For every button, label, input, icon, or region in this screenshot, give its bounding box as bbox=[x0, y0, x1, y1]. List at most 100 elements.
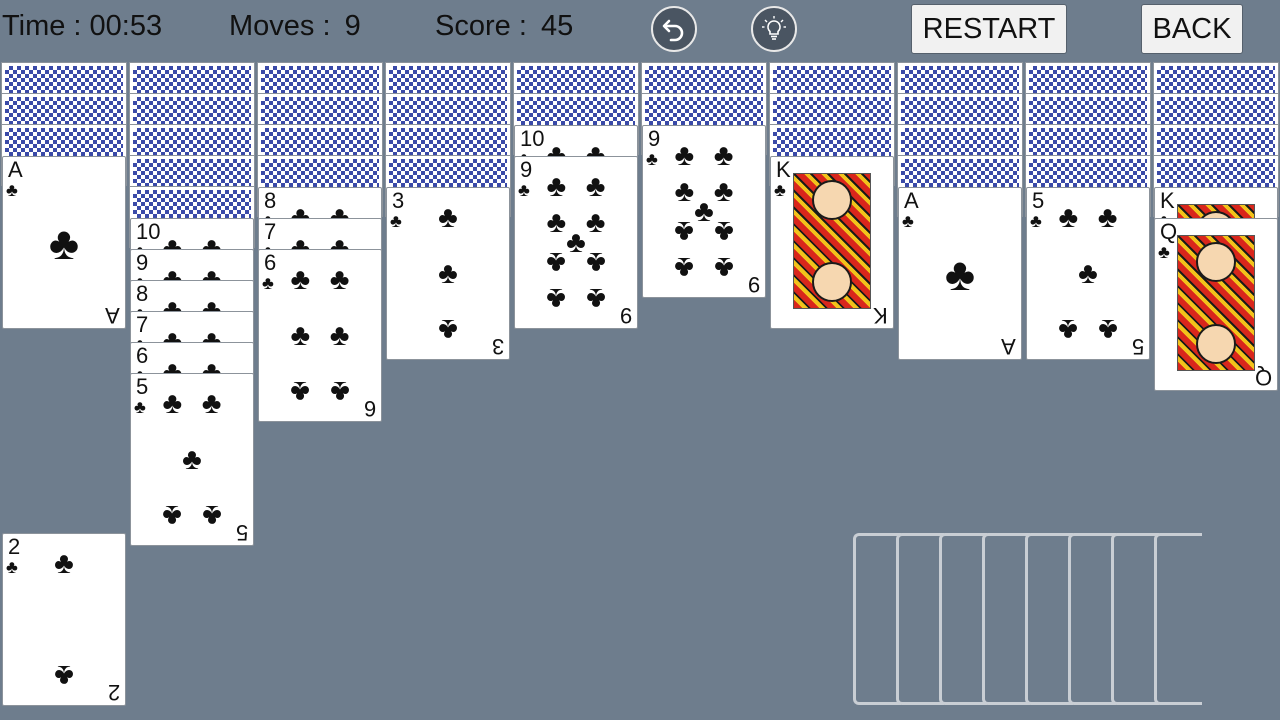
court-face-top bbox=[1196, 242, 1236, 282]
club-pip-icon: ♣ bbox=[162, 386, 183, 420]
court-figure-icon bbox=[1177, 235, 1255, 371]
card-rank-corner: A bbox=[105, 303, 120, 328]
club-pip-icon: ♣ bbox=[438, 313, 458, 347]
card-body: ♣ bbox=[15, 167, 113, 318]
moves-value: 9 bbox=[344, 10, 361, 42]
club-pip-icon: ♣ bbox=[546, 205, 567, 239]
club-pip-icon: ♣ bbox=[713, 251, 734, 285]
club-pip-icon: ♣ bbox=[674, 138, 695, 172]
score-label: Score : bbox=[435, 10, 527, 42]
card-body: ♣ ♣ bbox=[15, 544, 113, 695]
card-rank-corner: 5 bbox=[235, 520, 248, 545]
club-pip-icon: ♣ bbox=[713, 174, 734, 208]
time-label: Time : bbox=[2, 10, 82, 42]
undo-icon bbox=[662, 19, 684, 42]
club-pip-icon: ♣ bbox=[585, 169, 606, 203]
hint-button[interactable] bbox=[751, 6, 797, 52]
card-rank-corner: 3 bbox=[491, 334, 504, 359]
card-face[interactable]: 3 ♣ ♣ ♣ ♣ 3 bbox=[386, 187, 510, 360]
time-value: 00:53 bbox=[89, 10, 163, 42]
club-pip-icon: ♣ bbox=[566, 225, 586, 259]
club-pip-icon: ♣ bbox=[1058, 200, 1079, 234]
club-pip-icon: ♣ bbox=[48, 216, 80, 269]
club-pip-icon: ♣ bbox=[329, 375, 350, 409]
club-pip-icon: ♣ bbox=[1058, 313, 1079, 347]
card-face[interactable]: 9♣♣♣♣♣♣♣♣♣♣9 bbox=[642, 125, 766, 298]
club-pip-icon: ♣ bbox=[290, 318, 311, 352]
court-face-bottom bbox=[812, 262, 852, 302]
card-rank-corner: 2 bbox=[107, 680, 120, 705]
stock-deal-slot[interactable] bbox=[1154, 533, 1202, 705]
club-pip-icon: ♣ bbox=[713, 138, 734, 172]
club-pip-icon: ♣ bbox=[54, 659, 74, 693]
stock-deal-slot[interactable] bbox=[1025, 533, 1073, 705]
moves-label: Moves : bbox=[229, 10, 331, 42]
stock-deal-slot[interactable] bbox=[853, 533, 901, 705]
card-body: ♣ ♣ ♣ ♣ ♣ bbox=[143, 384, 241, 535]
card-body: ♣♣♣♣♣♣♣♣♣ bbox=[655, 136, 753, 287]
club-pip-icon: ♣ bbox=[329, 318, 350, 352]
card-face[interactable]: 6♣♣♣♣♣♣♣6 bbox=[258, 249, 382, 422]
club-pip-icon: ♣ bbox=[585, 282, 606, 316]
card-rank-corner: 5 bbox=[1131, 334, 1144, 359]
card-rank-corner: 9 bbox=[619, 303, 632, 328]
club-pip-icon: ♣ bbox=[585, 205, 606, 239]
card-face[interactable]: A ♣ ♣ A bbox=[2, 156, 126, 329]
club-pip-icon: ♣ bbox=[54, 546, 74, 580]
time-display: Time : 00:53 bbox=[2, 10, 162, 43]
stock-deal-slot[interactable] bbox=[1111, 533, 1159, 705]
court-face-bottom bbox=[1196, 324, 1236, 364]
club-pip-icon: ♣ bbox=[201, 499, 222, 533]
club-pip-icon: ♣ bbox=[1078, 256, 1098, 290]
card-rank-corner: Q bbox=[1254, 365, 1272, 390]
moves-display: Moves : 9 bbox=[229, 10, 361, 43]
card-face[interactable]: 9♣♣♣♣♣♣♣♣♣♣9 bbox=[514, 156, 638, 329]
club-pip-icon: ♣ bbox=[290, 262, 311, 296]
card-body: ♣ ♣ ♣ bbox=[399, 198, 497, 349]
club-pip-icon: ♣ bbox=[1097, 313, 1118, 347]
stock-deal-slot[interactable] bbox=[896, 533, 944, 705]
card-face[interactable]: Q ♣ Q bbox=[1154, 218, 1278, 391]
score-display: Score : 45 bbox=[435, 10, 573, 43]
club-pip-icon: ♣ bbox=[674, 174, 695, 208]
club-pip-icon: ♣ bbox=[546, 169, 567, 203]
club-pip-icon: ♣ bbox=[201, 386, 222, 420]
club-pip-icon: ♣ bbox=[438, 256, 458, 290]
card-face[interactable]: A ♣ ♣ A bbox=[898, 187, 1022, 360]
club-pip-icon: ♣ bbox=[585, 246, 606, 280]
club-pip-icon: ♣ bbox=[329, 262, 350, 296]
card-rank-corner: A bbox=[1001, 334, 1016, 359]
card-face[interactable]: 5 ♣ ♣ ♣ ♣ ♣ ♣ 5 bbox=[130, 373, 254, 546]
card-body: ♣♣♣♣♣♣♣♣♣ bbox=[527, 167, 625, 318]
club-pip-icon: ♣ bbox=[546, 246, 567, 280]
card-rank-corner: K bbox=[873, 303, 888, 328]
card-face[interactable]: 5 ♣ ♣ ♣ ♣ ♣ ♣ 5 bbox=[1026, 187, 1150, 360]
club-pip-icon: ♣ bbox=[182, 442, 202, 476]
card-rank-corner: 6 bbox=[363, 396, 376, 421]
card-rank-corner: 9 bbox=[747, 272, 760, 297]
club-pip-icon: ♣ bbox=[674, 251, 695, 285]
stock-deal-slot[interactable] bbox=[939, 533, 987, 705]
card-body: ♣ ♣ ♣ ♣ ♣ ♣ bbox=[271, 260, 369, 411]
club-pip-icon: ♣ bbox=[694, 194, 714, 228]
card-face[interactable]: 2 ♣ ♣ ♣ 2 bbox=[2, 533, 126, 706]
club-pip-icon: ♣ bbox=[713, 215, 734, 249]
club-pip-icon: ♣ bbox=[162, 499, 183, 533]
undo-button[interactable] bbox=[651, 6, 697, 52]
back-button[interactable]: BACK bbox=[1141, 4, 1243, 54]
court-face-top bbox=[812, 180, 852, 220]
club-pip-icon: ♣ bbox=[944, 247, 976, 300]
card-face[interactable]: K♣K bbox=[770, 156, 894, 329]
card-body: ♣ bbox=[911, 198, 1009, 349]
court-figure-icon bbox=[793, 173, 871, 309]
score-value: 45 bbox=[540, 10, 574, 42]
club-pip-icon: ♣ bbox=[438, 200, 458, 234]
restart-button[interactable]: RESTART bbox=[911, 4, 1067, 54]
club-pip-icon: ♣ bbox=[290, 375, 311, 409]
club-pip-icon: ♣ bbox=[674, 215, 695, 249]
card-body: ♣ ♣ ♣ ♣ ♣ bbox=[1039, 198, 1137, 349]
stock-deal-slot[interactable] bbox=[1068, 533, 1116, 705]
club-pip-icon: ♣ bbox=[1097, 200, 1118, 234]
club-pip-icon: ♣ bbox=[546, 282, 567, 316]
stock-deal-slot[interactable] bbox=[982, 533, 1030, 705]
